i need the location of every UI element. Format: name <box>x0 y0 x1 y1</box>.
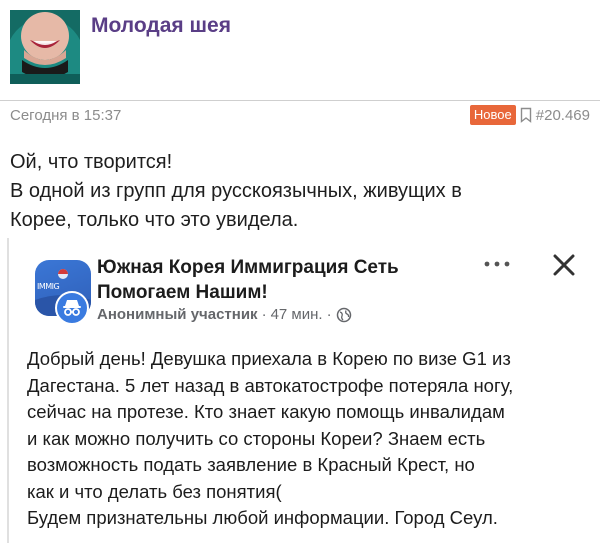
post-timestamp: Сегодня в 15:37 <box>10 107 122 124</box>
post-body-line: В одной из групп для русскоязычных, живу… <box>10 180 462 202</box>
post-body-line: Корее, только что это увидела. <box>10 209 299 231</box>
group-name-line: Южная Корея Иммиграция Сеть <box>97 257 399 278</box>
post-meta-bar: Сегодня в 15:37 Новое #20.469 <box>0 100 600 131</box>
embedded-body-line: Добрый день! Девушка приехала в Корею по… <box>27 348 511 369</box>
post-title[interactable]: Молодая шея <box>91 14 231 38</box>
post-body-line: Ой, что творится! <box>10 151 173 173</box>
group-avatar-text: IMMIG <box>37 282 60 291</box>
close-icon[interactable] <box>552 253 576 277</box>
bookmark-icon[interactable] <box>520 107 532 123</box>
post-thumbnail[interactable] <box>10 10 80 84</box>
separator: · <box>326 306 332 323</box>
more-dots-icon[interactable] <box>481 256 513 272</box>
embedded-body-line: возможность подать заявление в Красный К… <box>27 454 475 475</box>
post-number[interactable]: #20.469 <box>536 107 590 124</box>
incognito-icon <box>55 291 89 325</box>
embedded-body-line: Дагестана. 5 лет назад в автокатострофе … <box>27 374 514 396</box>
time-ago[interactable]: 47 мин. <box>271 306 323 323</box>
group-name-line: Помогаем Нашим! <box>97 282 268 303</box>
post-meta-right: Новое #20.469 <box>469 105 590 125</box>
embedded-body-line: как и что делать без понятия( <box>27 480 282 502</box>
embedded-body-line: Будем признательны любой информации. Гор… <box>27 507 498 528</box>
separator: · <box>261 306 267 323</box>
post-body: Ой, что творится! В одной из групп для р… <box>10 148 580 235</box>
embedded-post-body: Добрый день! Девушка приехала в Корею по… <box>27 346 587 532</box>
woman-face-thumbnail-icon <box>10 10 80 84</box>
embedded-body-line: и как можно получить со стороны Кореи? З… <box>27 427 486 449</box>
embedded-body-line: сейчас на протезе. Кто знает какую помощ… <box>27 401 505 422</box>
new-badge: Новое <box>469 105 516 125</box>
group-name[interactable]: Южная Корея Иммиграция Сеть Помогаем Наш… <box>97 255 399 305</box>
author-name[interactable]: Анонимный участник <box>97 306 258 323</box>
author-line: Анонимный участник · 47 мин. · <box>97 306 352 323</box>
globe-icon <box>336 307 351 322</box>
embedded-post-card: IMMIG Южная Корея Иммиграция Сеть Помога… <box>7 238 597 543</box>
